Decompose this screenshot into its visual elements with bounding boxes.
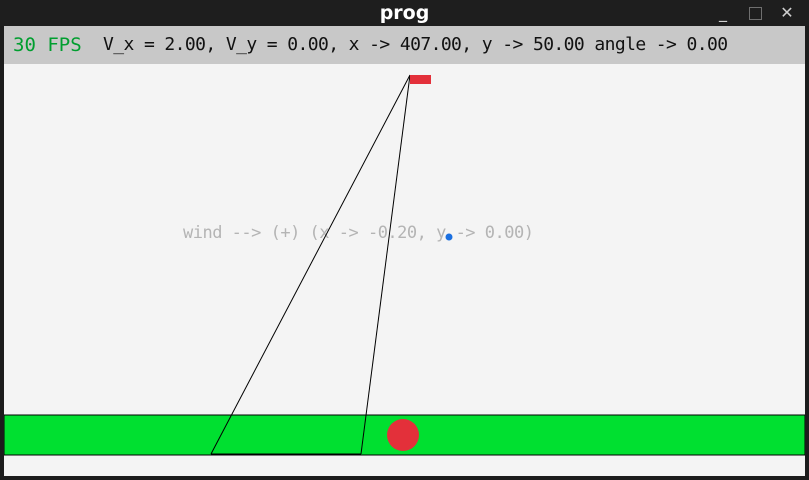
window-titlebar[interactable]: prog _ ✕	[0, 0, 809, 26]
close-button[interactable]: ✕	[778, 4, 796, 22]
minimize-button[interactable]: _	[714, 4, 732, 22]
red-ball	[387, 419, 419, 451]
rope-left	[210, 74, 411, 455]
maximize-button[interactable]	[746, 4, 764, 22]
maximize-icon	[749, 7, 762, 20]
scene-graphics	[4, 74, 805, 456]
wind-particle	[445, 233, 453, 241]
anchor-block	[410, 75, 431, 84]
rope-right	[360, 74, 411, 455]
game-canvas[interactable]: 30 FPS V_x = 2.00, V_y = 0.00, x -> 407.…	[4, 26, 805, 476]
window-title: prog	[379, 2, 430, 24]
